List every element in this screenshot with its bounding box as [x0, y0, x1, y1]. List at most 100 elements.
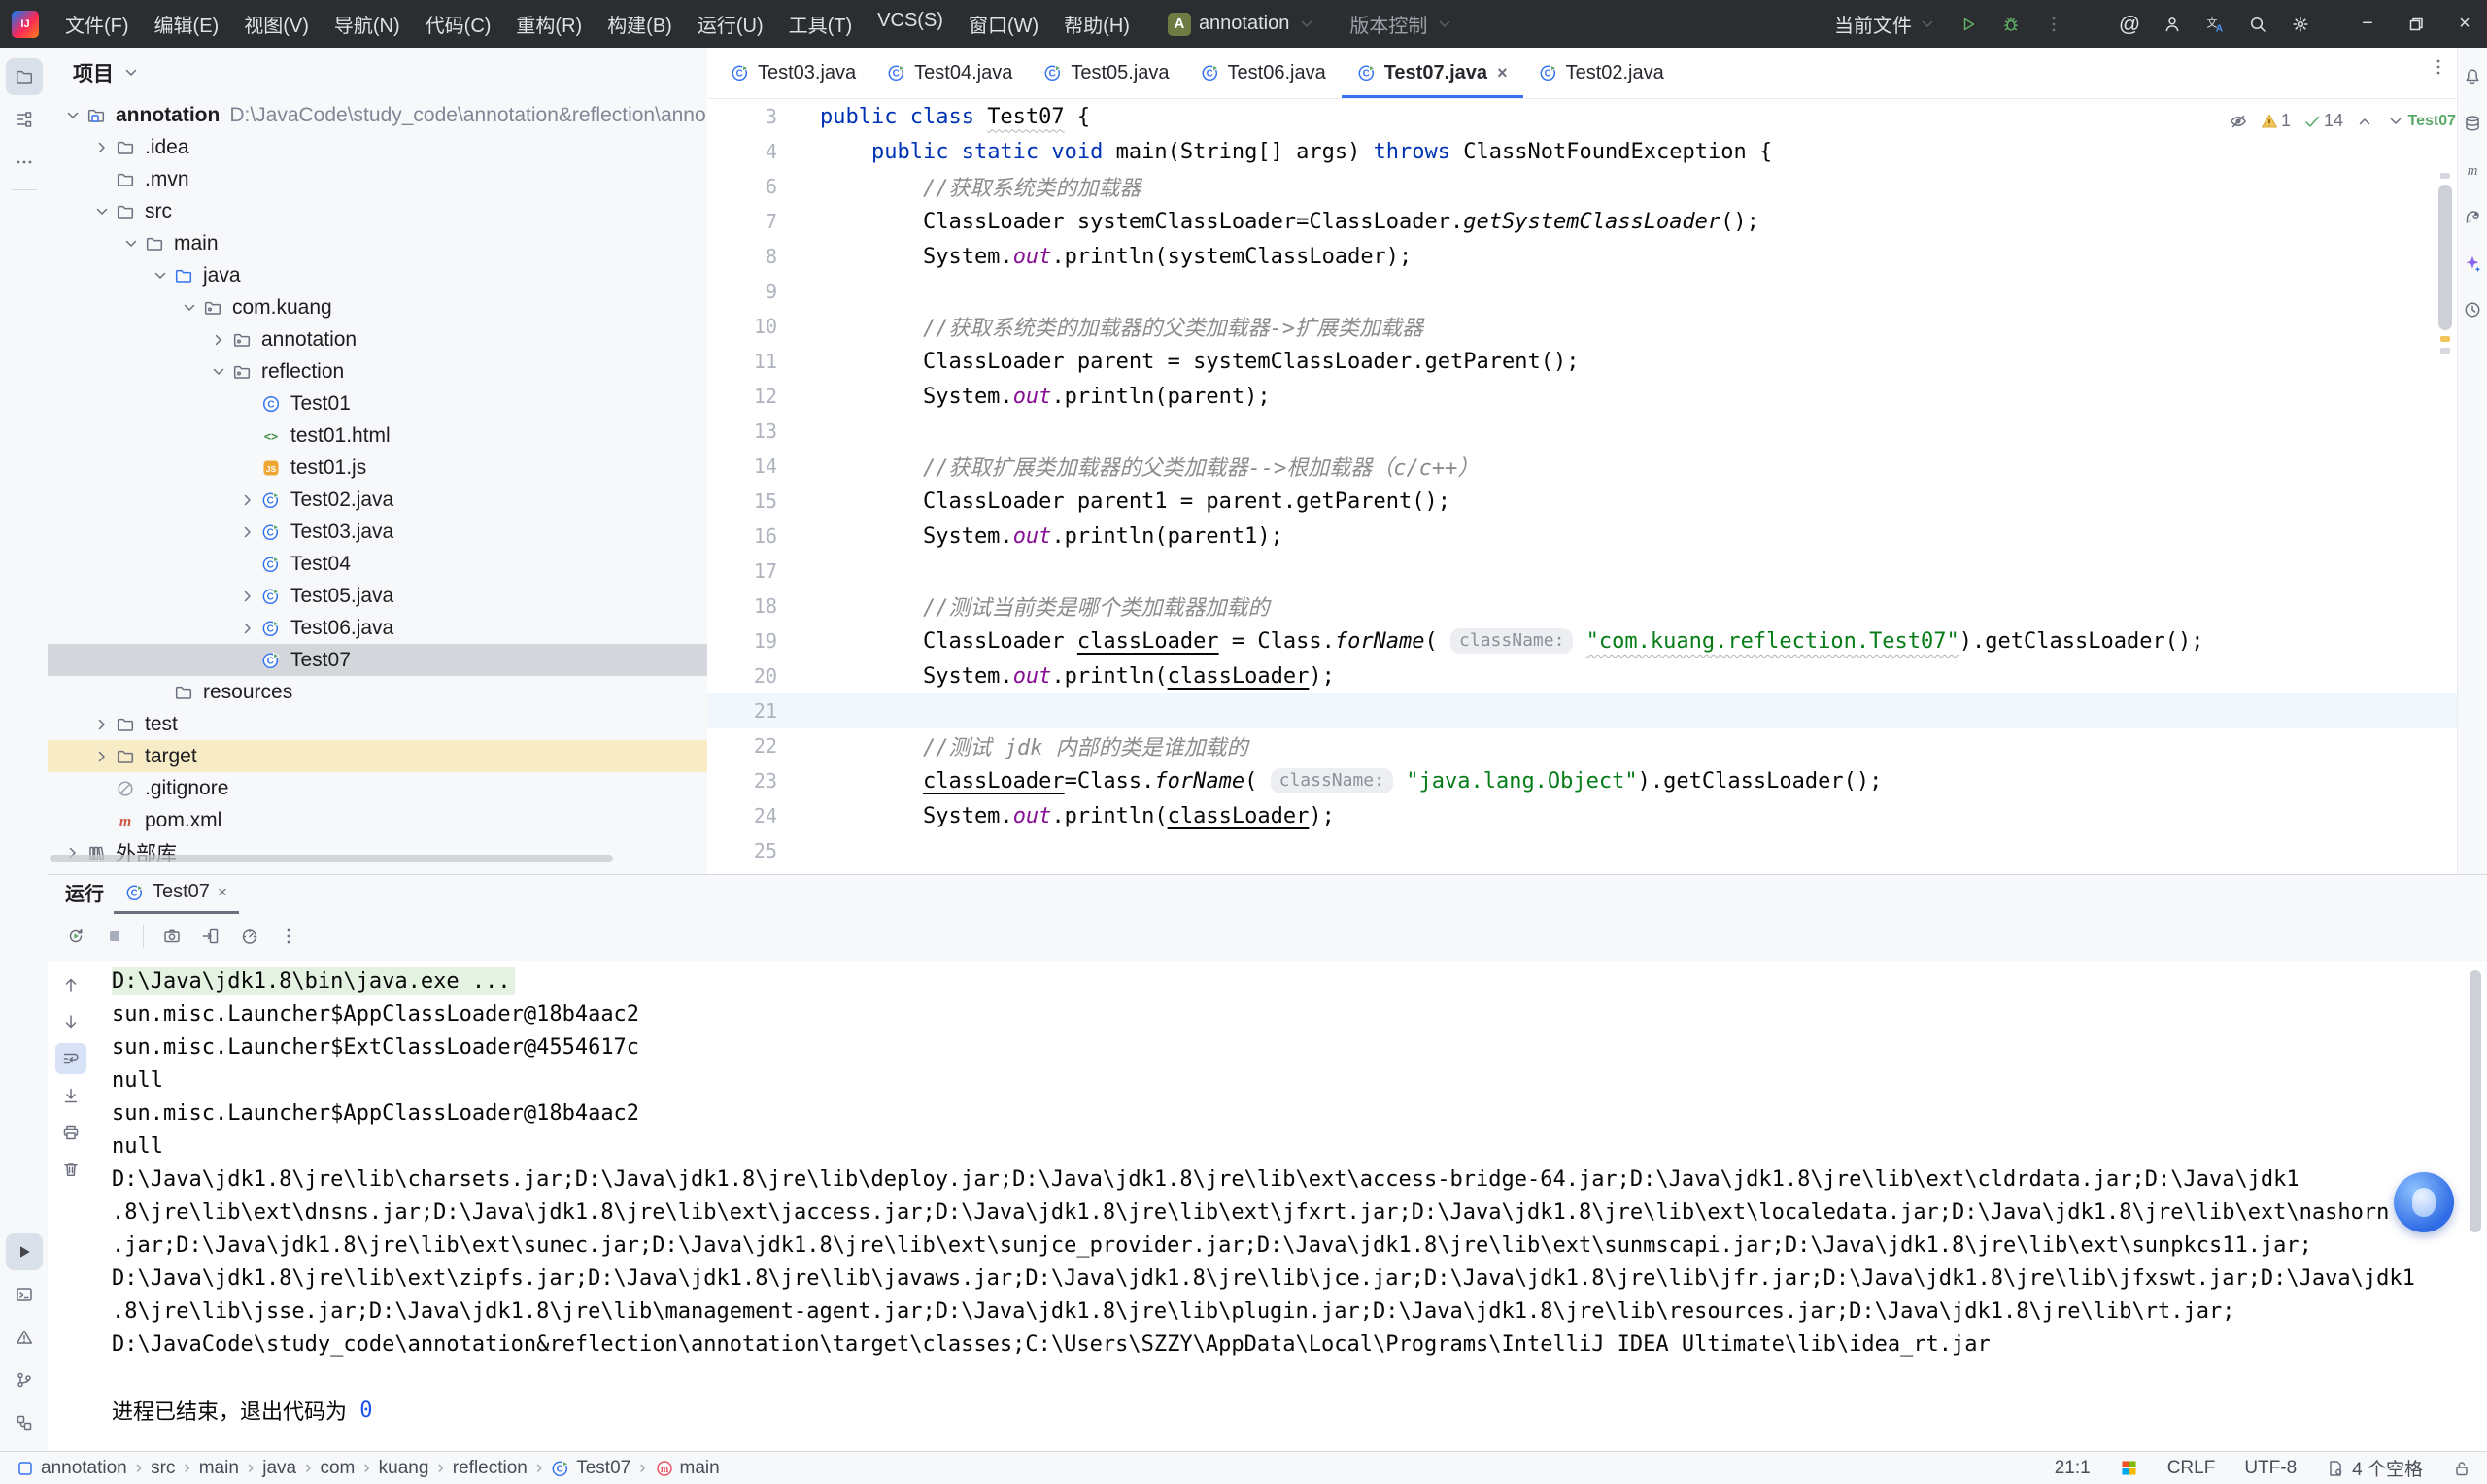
line-number[interactable]: 25 — [707, 839, 797, 862]
line-ending-widget[interactable]: CRLF — [2167, 1458, 2216, 1479]
settings-gear-icon[interactable] — [2281, 8, 2320, 41]
run-button[interactable] — [1949, 8, 1988, 41]
line-number[interactable]: 22 — [707, 734, 797, 758]
close-icon[interactable]: × — [1497, 63, 1508, 84]
tree-item-pom.xml[interactable]: mpom.xml — [48, 804, 707, 836]
tree-item-Test03.java[interactable]: CTest03.java — [48, 516, 707, 548]
eye-off-icon[interactable] — [2229, 112, 2248, 131]
line-number[interactable]: 12 — [707, 385, 797, 408]
problems-tool-button[interactable] — [6, 1319, 43, 1356]
breadcrumb-main[interactable]: mmain — [655, 1458, 720, 1479]
editor-tab-Test07.java[interactable]: CTest07.java× — [1342, 48, 1523, 98]
tree-item-annotation[interactable]: annotation — [48, 323, 707, 355]
gradle-tool-button[interactable] — [2460, 204, 2485, 229]
tree-item-com.kuang[interactable]: com.kuang — [48, 291, 707, 323]
bell-tool-button[interactable] — [2460, 64, 2485, 89]
gauge-button[interactable] — [233, 920, 266, 953]
line-number[interactable]: 18 — [707, 594, 797, 618]
database-tool-button[interactable] — [2460, 111, 2485, 136]
tree-item-外部库[interactable]: 外部库 — [48, 836, 707, 868]
tree-item-java[interactable]: java — [48, 259, 707, 291]
more-h-tool-button[interactable] — [6, 144, 43, 181]
menu-工具[interactable]: 工具(T) — [776, 6, 866, 42]
arrow-up-button[interactable] — [55, 969, 86, 1000]
editor-scrollbar[interactable] — [2438, 167, 2452, 359]
rerun-button[interactable] — [59, 920, 92, 953]
menu-导航[interactable]: 导航(N) — [322, 6, 413, 42]
stop-button[interactable] — [98, 920, 131, 953]
vcs-widget[interactable]: 版本控制 — [1349, 10, 1427, 38]
project-panel-header[interactable]: 项目 — [48, 48, 707, 98]
terminal-tool-button[interactable] — [6, 1276, 43, 1313]
line-number[interactable]: 6 — [707, 175, 797, 198]
soft-wrap-button[interactable] — [55, 1043, 86, 1074]
tree-item-Test05.java[interactable]: CTest05.java — [48, 580, 707, 612]
breadcrumb-main[interactable]: main — [199, 1458, 239, 1479]
services-tool-button[interactable] — [6, 1404, 43, 1441]
line-number[interactable]: 21 — [707, 699, 797, 723]
menu-帮助[interactable]: 帮助(H) — [1051, 6, 1142, 42]
arrow-down-button[interactable] — [55, 1006, 86, 1037]
line-number[interactable]: 13 — [707, 420, 797, 443]
breadcrumb-com[interactable]: com — [320, 1458, 355, 1479]
line-number[interactable]: 19 — [707, 629, 797, 653]
breadcrumb-reflection[interactable]: reflection — [453, 1458, 528, 1479]
tree-item-test01.js[interactable]: JStest01.js — [48, 452, 707, 484]
tree-item-annotation[interactable]: annotationD:\JavaCode\study_code\annotat… — [48, 99, 707, 131]
editor-tab-Test06.java[interactable]: CTest06.java — [1185, 48, 1342, 98]
ai-assistant-floating-button[interactable] — [2394, 1172, 2454, 1232]
project-folder-tool-button[interactable] — [6, 58, 43, 95]
line-number[interactable]: 20 — [707, 664, 797, 688]
profile-icon[interactable] — [2153, 8, 2192, 41]
tree-item-test[interactable]: test — [48, 708, 707, 740]
tree-item-main[interactable]: main — [48, 227, 707, 259]
menu-编辑[interactable]: 编辑(E) — [142, 6, 232, 42]
tree-item-Test02.java[interactable]: CTest02.java — [48, 484, 707, 516]
console-command-link[interactable]: D:\Java\jdk1.8\bin\java.exe ... — [112, 967, 515, 995]
tree-item-test01.html[interactable]: <>test01.html — [48, 420, 707, 452]
unlock-icon[interactable] — [2452, 1459, 2471, 1478]
breadcrumb-Test07[interactable]: CTest07 — [551, 1458, 630, 1479]
search-icon[interactable] — [2238, 8, 2277, 41]
passed-count[interactable]: 14 — [2302, 111, 2343, 131]
line-number[interactable]: 3 — [707, 105, 797, 128]
caret-position-widget[interactable]: 21:1 — [2055, 1458, 2091, 1479]
indent-widget[interactable]: 4 个空格 — [2326, 1455, 2423, 1481]
minimize-button[interactable]: − — [2345, 0, 2390, 48]
close-button[interactable]: × — [2442, 0, 2487, 48]
menu-构建[interactable]: 构建(B) — [595, 6, 685, 42]
breadcrumb-src[interactable]: src — [151, 1458, 175, 1479]
line-number[interactable]: 15 — [707, 489, 797, 513]
tree-horizontal-scrollbar[interactable] — [50, 855, 613, 862]
editor-tab-Test03.java[interactable]: CTest03.java — [715, 48, 871, 98]
line-number[interactable]: 10 — [707, 315, 797, 338]
tree-item-resources[interactable]: resources — [48, 676, 707, 708]
console-scrollbar[interactable] — [2470, 970, 2481, 1232]
editor-tab-Test02.java[interactable]: CTest02.java — [1523, 48, 1680, 98]
line-number[interactable]: 8 — [707, 245, 797, 268]
ai-sparkle-tool-button[interactable] — [2460, 251, 2485, 276]
history-tool-button[interactable] — [2460, 297, 2485, 322]
tree-item-Test06.java[interactable]: CTest06.java — [48, 612, 707, 644]
run-tab[interactable]: C Test07 × — [114, 881, 239, 914]
more-actions-button[interactable] — [2034, 8, 2073, 41]
scroll-end-button[interactable] — [55, 1080, 86, 1111]
line-number[interactable]: 17 — [707, 559, 797, 583]
more-v-button[interactable] — [272, 920, 305, 953]
line-number[interactable]: 24 — [707, 804, 797, 827]
breadcrumb-annotation[interactable]: annotation — [16, 1458, 127, 1479]
tree-item-Test07[interactable]: CTest07 — [48, 644, 707, 676]
open-console-button[interactable] — [194, 920, 227, 953]
breadcrumb-java[interactable]: java — [262, 1458, 296, 1479]
menu-文件[interactable]: 文件(F) — [52, 6, 142, 42]
encoding-widget[interactable]: UTF-8 — [2244, 1458, 2297, 1479]
menu-窗口[interactable]: 窗口(W) — [956, 6, 1051, 42]
menu-运行[interactable]: 运行(U) — [685, 6, 776, 42]
tree-item-src[interactable]: src — [48, 195, 707, 227]
inspections-widget[interactable]: 1 14 — [2229, 111, 2405, 131]
line-number[interactable]: 7 — [707, 210, 797, 233]
git-branch-tool-button[interactable] — [6, 1362, 43, 1399]
close-icon[interactable]: × — [218, 883, 227, 902]
line-number[interactable]: 23 — [707, 769, 797, 793]
translate-icon[interactable]: 文A — [2196, 8, 2234, 41]
